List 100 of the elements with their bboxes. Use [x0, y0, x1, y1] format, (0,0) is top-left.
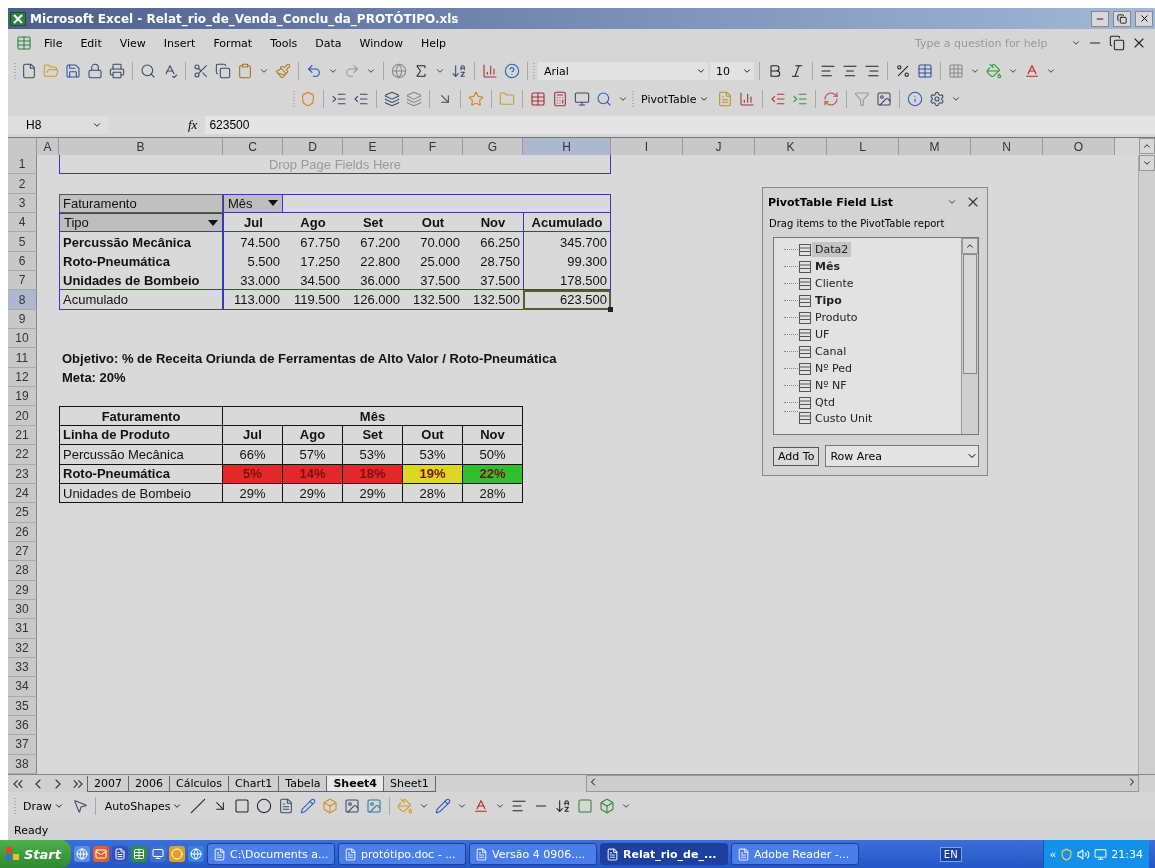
sheet-tab[interactable]: Cálculos — [169, 775, 229, 792]
field-item[interactable]: Data2 — [812, 242, 852, 257]
menu-item[interactable]: File — [36, 34, 71, 52]
field-item[interactable]: Nº NF — [812, 378, 850, 393]
globe-icon[interactable] — [389, 61, 409, 81]
row-header[interactable]: 7 — [8, 271, 37, 291]
quick-launch-icon[interactable] — [112, 846, 128, 862]
quick-launch-icon[interactable] — [131, 846, 147, 862]
start-button[interactable]: Start — [0, 840, 71, 868]
column-header[interactable]: C — [223, 138, 283, 155]
scroll-up-button[interactable] — [1139, 138, 1155, 154]
printer-icon[interactable] — [107, 61, 127, 81]
taskbar-button[interactable]: Relat_rio_de_... — [600, 843, 728, 865]
menu-item[interactable]: Tools — [262, 34, 306, 52]
row-header[interactable]: 28 — [8, 561, 37, 581]
taskbar-button[interactable]: C:\Documents a... — [207, 843, 335, 865]
horizontal-scrollbar[interactable] — [585, 775, 1139, 792]
column-header[interactable]: J — [683, 138, 755, 155]
field-item[interactable]: Qtd — [812, 395, 838, 410]
menu-item[interactable]: Format — [205, 34, 261, 52]
column-header[interactable]: G — [463, 138, 523, 155]
menu-item[interactable]: Help — [412, 34, 454, 52]
row-header[interactable]: 5 — [8, 232, 37, 252]
row-header[interactable]: 11 — [8, 348, 37, 368]
toolbar-handle-icon[interactable] — [14, 62, 17, 80]
column-header[interactable]: M — [899, 138, 971, 155]
quick-launch-icon[interactable] — [150, 846, 166, 862]
close-button[interactable] — [1135, 10, 1153, 27]
row-header[interactable]: 20 — [8, 406, 37, 426]
row-header[interactable]: 22 — [8, 445, 37, 465]
dropdown-arrow-icon[interactable] — [208, 219, 218, 226]
field-item[interactable]: Tipo — [812, 293, 845, 308]
area-dropdown[interactable]: Row Area — [825, 445, 979, 467]
column-header[interactable]: I — [611, 138, 683, 155]
column-header[interactable]: F — [403, 138, 463, 155]
monitor-icon[interactable] — [1094, 847, 1108, 861]
quick-launch-icon[interactable] — [169, 846, 185, 862]
column-header[interactable]: N — [971, 138, 1043, 155]
field-item[interactable]: UF — [812, 327, 833, 342]
merge-cells-icon[interactable] — [915, 61, 935, 81]
toolbar-handle-icon[interactable] — [533, 62, 536, 80]
restore-icon[interactable] — [1107, 33, 1127, 53]
row-header[interactable]: 4 — [8, 213, 37, 233]
workbook-icon[interactable] — [14, 33, 34, 53]
formula-field[interactable]: 623500 — [205, 116, 1155, 134]
row-header[interactable]: 2 — [8, 174, 37, 194]
scroll-down-button[interactable] — [1139, 155, 1155, 171]
font-dropdown[interactable]: Arial — [538, 62, 708, 80]
font-size-dropdown[interactable]: 10 — [710, 62, 754, 80]
column-header[interactable]: H — [523, 138, 611, 155]
restore-button[interactable] — [1113, 10, 1131, 27]
taskbar-button[interactable]: protótipo.doc - ... — [338, 843, 466, 865]
borders-icon[interactable] — [946, 61, 966, 81]
fill-color-icon[interactable] — [984, 61, 1004, 81]
toolbar-handle-icon[interactable] — [14, 797, 17, 815]
column-header[interactable]: B — [59, 138, 223, 155]
row-field-button[interactable]: Tipo — [59, 213, 223, 233]
row-header[interactable]: 31 — [8, 619, 37, 639]
format-painter-icon[interactable] — [273, 61, 293, 81]
column-header[interactable]: D — [283, 138, 343, 155]
row-header[interactable]: 19 — [8, 387, 37, 407]
scrollbar-thumb[interactable] — [963, 254, 977, 374]
autoshapes-menu[interactable]: AutoShapes — [100, 797, 187, 815]
row-header[interactable]: 34 — [8, 677, 37, 697]
field-item[interactable]: Mês — [812, 259, 843, 274]
sheet-tab[interactable]: 2007 — [87, 775, 129, 792]
menu-item[interactable]: View — [111, 34, 154, 52]
dropdown-arrow-icon[interactable] — [268, 200, 278, 207]
toolbar-handle-icon[interactable] — [632, 90, 635, 108]
menu-item[interactable]: Window — [351, 34, 411, 52]
help-icon[interactable] — [502, 61, 522, 81]
quick-launch-icon[interactable] — [93, 846, 109, 862]
scroll-up-button[interactable] — [962, 238, 978, 254]
menu-item[interactable]: Edit — [72, 34, 110, 52]
fill-handle[interactable] — [608, 306, 613, 312]
field-item[interactable]: Canal — [812, 344, 850, 359]
column-header[interactable]: A — [37, 138, 59, 155]
column-header[interactable]: E — [343, 138, 403, 155]
menu-item[interactable]: Insert — [155, 34, 204, 52]
row-header[interactable]: 10 — [8, 329, 37, 349]
draw-menu[interactable]: Draw — [19, 797, 68, 815]
pivottable-menu[interactable]: PivotTable — [637, 90, 714, 108]
lock-icon[interactable] — [85, 61, 105, 81]
language-button[interactable]: EN — [939, 846, 962, 862]
volume-icon[interactable] — [1077, 847, 1091, 861]
taskbar-button[interactable]: Adobe Reader -... — [731, 843, 859, 865]
row-header[interactable]: 8 — [8, 290, 37, 310]
field-item[interactable]: Cliente — [812, 276, 857, 291]
taskbar-button[interactable]: Versão 4 0906.... — [469, 843, 597, 865]
save-icon[interactable] — [63, 61, 83, 81]
add-to-button[interactable]: Add To — [773, 446, 820, 466]
menu-item[interactable]: Data — [307, 34, 350, 52]
quick-launch-icon[interactable] — [74, 846, 90, 862]
row-header[interactable]: 37 — [8, 735, 37, 755]
sheet-tab[interactable]: Sheet4 — [326, 775, 385, 792]
field-item[interactable]: Nº Ped — [812, 361, 855, 376]
row-header[interactable]: 25 — [8, 503, 37, 523]
column-header[interactable]: L — [827, 138, 899, 155]
name-box[interactable]: H8 — [8, 116, 108, 134]
field-item[interactable]: Custo Unit — [812, 411, 876, 426]
